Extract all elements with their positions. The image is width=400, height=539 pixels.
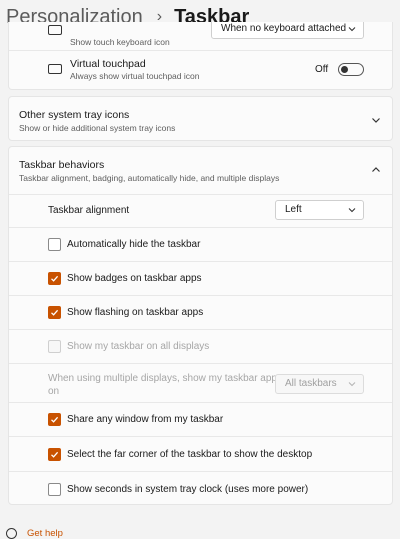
other-tray-subtitle: Show or hide additional system tray icon… [19, 123, 176, 133]
checkmark-icon [51, 309, 59, 316]
multi-display-label: When using multiple displays, show my ta… [48, 373, 282, 397]
touch-keyboard-subtitle: Show touch keyboard icon [70, 37, 170, 47]
flashing-label[interactable]: Show flashing on taskbar apps [67, 307, 203, 318]
far-corner-label[interactable]: Select the far corner of the taskbar to … [67, 449, 312, 460]
taskbar-alignment-label: Taskbar alignment [48, 205, 130, 216]
get-help[interactable]: Get help [6, 528, 63, 539]
all-displays-row: Show my taskbar on all displays [9, 329, 392, 363]
taskbar-behaviors-card: Taskbar behaviors Taskbar alignment, bad… [8, 146, 393, 505]
virtual-touchpad-subtitle: Always show virtual touchpad icon [70, 71, 200, 81]
virtual-touchpad-title: Virtual touchpad [70, 58, 146, 70]
auto-hide-row: Automatically hide the taskbar [9, 227, 392, 261]
badges-checkbox[interactable] [48, 272, 61, 285]
seconds-label[interactable]: Show seconds in system tray clock (uses … [67, 484, 308, 495]
badges-label[interactable]: Show badges on taskbar apps [67, 273, 202, 284]
seconds-row: Show seconds in system tray clock (uses … [9, 471, 392, 506]
checkmark-icon [51, 451, 59, 458]
badges-row: Show badges on taskbar apps [9, 261, 392, 295]
other-tray-icons-card[interactable]: Other system tray icons Show or hide add… [8, 96, 393, 141]
auto-hide-checkbox[interactable] [48, 238, 61, 251]
taskbar-behaviors-subtitle: Taskbar alignment, badging, automaticall… [19, 173, 280, 183]
touch-keyboard-dropdown-value: When no keyboard attached [221, 23, 347, 34]
share-window-checkbox[interactable] [48, 413, 61, 426]
help-icon [6, 528, 17, 539]
all-displays-checkbox[interactable] [48, 340, 61, 353]
virtual-touchpad-toggle[interactable] [338, 63, 364, 76]
get-help-link[interactable]: Get help [27, 528, 63, 539]
flashing-checkbox[interactable] [48, 306, 61, 319]
taskbar-alignment-value: Left [285, 204, 302, 215]
taskbar-alignment-dropdown[interactable]: Left [275, 200, 364, 220]
chevron-down-icon [348, 208, 356, 213]
taskbar-alignment-row: Taskbar alignment Left [9, 194, 392, 227]
checkmark-icon [51, 275, 59, 282]
toggle-knob [341, 66, 348, 73]
all-displays-label: Show my taskbar on all displays [67, 341, 210, 352]
chevron-down-icon [348, 27, 356, 32]
auto-hide-label[interactable]: Automatically hide the taskbar [67, 239, 200, 250]
taskbar-behaviors-title: Taskbar behaviors [19, 159, 105, 171]
flashing-row: Show flashing on taskbar apps [9, 295, 392, 329]
virtual-touchpad-toggle-label: Off [315, 64, 329, 75]
virtual-touchpad-row: Virtual touchpad Always show virtual tou… [9, 50, 392, 90]
tray-icons-card: Show touch keyboard icon When no keyboar… [8, 22, 393, 90]
checkmark-icon [51, 416, 59, 423]
other-tray-title: Other system tray icons [19, 109, 130, 121]
keyboard-icon [48, 25, 62, 35]
far-corner-row: Select the far corner of the taskbar to … [9, 436, 392, 471]
chevron-down-icon [348, 382, 356, 387]
share-window-row: Share any window from my taskbar [9, 402, 392, 436]
chevron-down-icon[interactable] [370, 114, 382, 126]
taskbar-behaviors-header[interactable]: Taskbar behaviors Taskbar alignment, bad… [9, 147, 392, 194]
touchpad-icon [48, 64, 62, 74]
multi-display-dropdown[interactable]: All taskbars [275, 374, 364, 394]
chevron-up-icon[interactable] [370, 164, 382, 176]
touch-keyboard-row: Show touch keyboard icon When no keyboar… [9, 22, 392, 50]
multi-display-row: When using multiple displays, show my ta… [9, 363, 392, 402]
touch-keyboard-dropdown[interactable]: When no keyboard attached [211, 22, 364, 39]
share-window-label[interactable]: Share any window from my taskbar [67, 414, 223, 425]
seconds-checkbox[interactable] [48, 483, 61, 496]
multi-display-value: All taskbars [285, 378, 337, 389]
far-corner-checkbox[interactable] [48, 448, 61, 461]
